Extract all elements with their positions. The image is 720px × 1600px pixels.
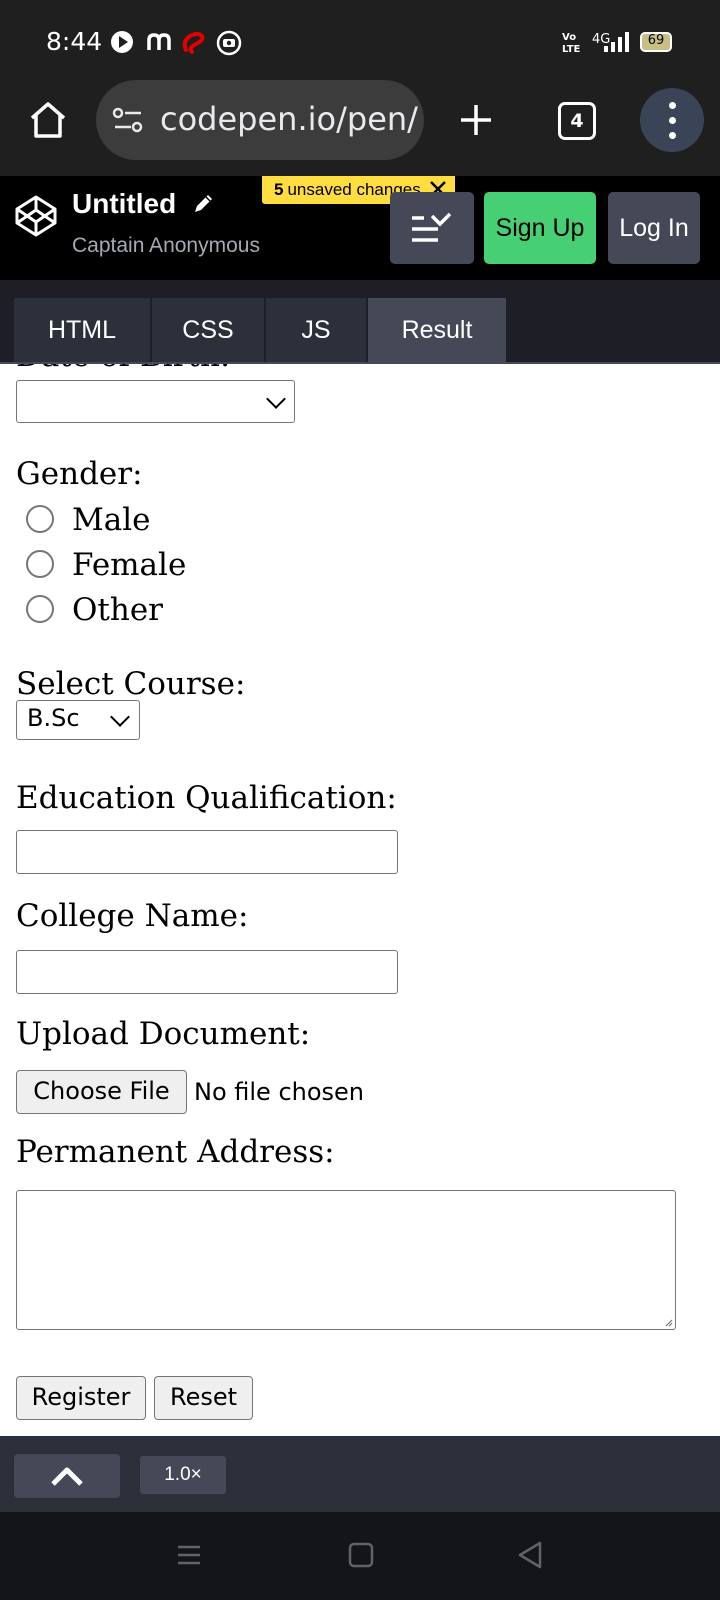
chevron-down-icon: [110, 707, 130, 727]
college-name-input[interactable]: [16, 950, 398, 994]
gender-label: Gender:: [16, 456, 143, 492]
svg-text:Vo: Vo: [562, 32, 576, 43]
url-text: codepen.io/pen/: [160, 100, 418, 138]
address-textarea[interactable]: [16, 1190, 676, 1330]
course-select[interactable]: B.Sc: [16, 700, 140, 740]
recents-icon[interactable]: [176, 1542, 202, 1568]
tab-result[interactable]: Result: [368, 298, 506, 362]
gender-radio-female[interactable]: [26, 550, 54, 578]
play-circle-icon: [111, 31, 133, 53]
system-nav-bar: [0, 1512, 720, 1600]
file-status: No file chosen: [194, 1078, 365, 1106]
address-label: Permanent Address:: [16, 1134, 335, 1170]
editor-tabs: HTML CSS JS Result: [0, 280, 720, 364]
pencil-icon[interactable]: [192, 191, 216, 215]
expand-button[interactable]: [14, 1454, 120, 1498]
back-triangle-icon[interactable]: [516, 1540, 544, 1570]
volte-icon: VoLTE: [562, 32, 581, 54]
dob-label: Date of Birth:: [16, 364, 230, 374]
m-app-icon: [147, 33, 171, 50]
tab-switcher-icon[interactable]: 4: [558, 102, 596, 140]
tab-css[interactable]: CSS: [152, 298, 264, 362]
battery-level: 69: [647, 33, 665, 48]
upload-label: Upload Document:: [16, 1016, 311, 1052]
reset-button[interactable]: Reset: [154, 1376, 253, 1420]
gender-option-female: Female: [72, 547, 187, 583]
change-view-button[interactable]: [390, 192, 474, 264]
dob-select[interactable]: [16, 380, 295, 423]
codepen-logo-icon[interactable]: [14, 194, 58, 238]
zoom-level[interactable]: 1.0×: [140, 1456, 226, 1494]
airtel-icon: [182, 32, 205, 54]
new-tab-plus-icon[interactable]: [458, 102, 494, 138]
svg-text:LTE: LTE: [562, 44, 581, 54]
college-label: College Name:: [16, 898, 249, 934]
sign-up-button[interactable]: Sign Up: [484, 192, 596, 264]
log-in-button[interactable]: Log In: [608, 192, 700, 264]
codepen-header: Untitled Captain Anonymous 5 unsaved chan…: [0, 176, 720, 282]
education-input[interactable]: [16, 830, 398, 874]
register-button[interactable]: Register: [16, 1376, 146, 1420]
choose-file-button[interactable]: Choose File: [16, 1070, 187, 1114]
home-square-icon[interactable]: [348, 1542, 374, 1568]
site-settings-icon[interactable]: [112, 106, 144, 134]
battery-icon: 69: [640, 32, 672, 52]
more-menu-icon[interactable]: [640, 88, 704, 152]
browser-toolbar: codepen.io/pen/ 4: [0, 80, 720, 176]
pen-author: Captain Anonymous: [72, 234, 260, 257]
gender-radio-male[interactable]: [26, 505, 54, 533]
unsaved-count: 5: [274, 180, 284, 199]
chevron-down-icon: [266, 388, 286, 409]
result-pane: Date of Birth: Gender: Male Female Other…: [0, 364, 720, 1436]
course-select-value: B.Sc: [27, 704, 80, 732]
status-time: 8:44: [46, 27, 103, 56]
tab-js[interactable]: JS: [266, 298, 366, 362]
gender-option-other: Other: [72, 592, 164, 628]
education-label: Education Qualification:: [16, 780, 397, 816]
bottom-toolbar: 1.0×: [0, 1436, 720, 1512]
signal-icon: [604, 32, 629, 52]
address-bar[interactable]: codepen.io/pen/: [96, 80, 424, 160]
status-bar: 8:44 Vo LTE 4G 69: [0, 0, 720, 80]
chevron-up-icon: [51, 1467, 83, 1486]
home-icon[interactable]: [26, 98, 70, 142]
resize-handle-icon[interactable]: [665, 1319, 673, 1327]
gender-option-male: Male: [72, 502, 151, 538]
course-label: Select Course:: [16, 666, 246, 702]
view-layout-icon: [412, 212, 452, 242]
pen-title[interactable]: Untitled: [72, 188, 216, 220]
camera-badge-icon: [216, 30, 242, 56]
tab-html[interactable]: HTML: [14, 298, 150, 362]
gender-radio-other[interactable]: [26, 595, 54, 623]
